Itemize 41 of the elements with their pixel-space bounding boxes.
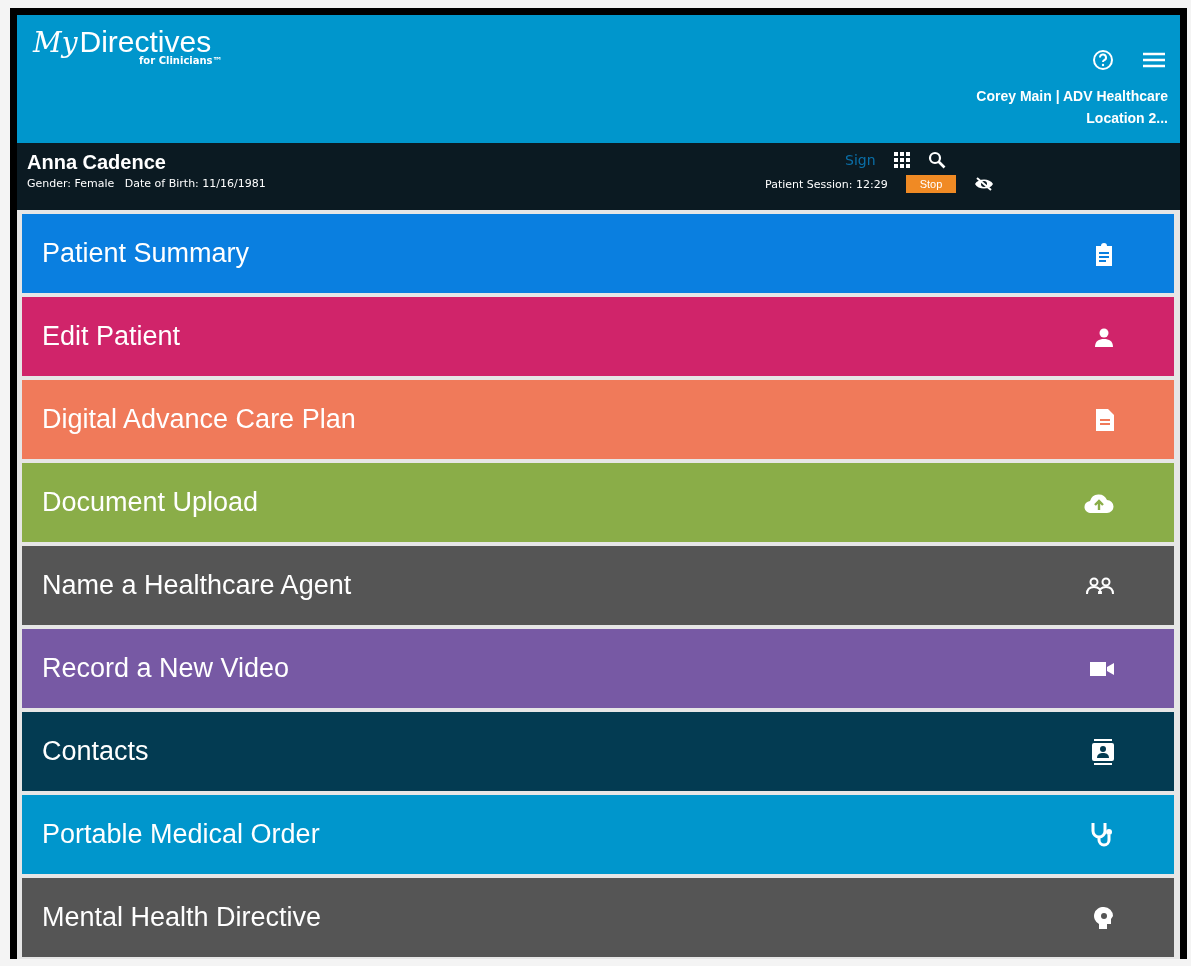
menu-item[interactable]: Mental Health Directive xyxy=(22,878,1174,957)
search-icon[interactable] xyxy=(927,151,946,169)
patient-name: Anna Cadence xyxy=(27,151,167,174)
session-timer: Patient Session: 12:29 xyxy=(765,177,888,191)
menu-item-label: Document Upload xyxy=(42,487,259,518)
stop-button[interactable]: Stop xyxy=(905,175,957,193)
clipboard-icon xyxy=(1094,241,1114,266)
people-icon xyxy=(1086,576,1114,595)
menu-item[interactable]: Portable Medical Order xyxy=(22,795,1174,874)
menu-item-label: Patient Summary xyxy=(42,238,250,269)
grid-icon[interactable] xyxy=(893,152,910,168)
brand-subtitle: for Clinicians™ xyxy=(139,55,223,66)
brand-script: My xyxy=(33,26,78,59)
sign-link[interactable]: Sign xyxy=(845,152,876,168)
menu-item[interactable]: Record a New Video xyxy=(22,629,1174,708)
location-name: Location 2... xyxy=(1086,109,1168,128)
user-name: Corey Main | ADV Healthcare xyxy=(976,87,1168,106)
menu-item[interactable]: Document Upload xyxy=(22,463,1174,542)
menu-item[interactable]: Digital Advance Care Plan xyxy=(22,380,1174,459)
menu-item-label: Record a New Video xyxy=(42,653,290,684)
patient-details: Gender: Female Date of Birth: 11/16/1981 xyxy=(27,177,267,190)
video-camera-icon xyxy=(1090,660,1114,677)
help-icon[interactable] xyxy=(1092,49,1114,71)
menu-item-label: Contacts xyxy=(42,736,149,767)
menu-item-label: Edit Patient xyxy=(42,321,181,352)
hidden-eye-icon[interactable] xyxy=(974,177,995,191)
stethoscope-icon xyxy=(1090,821,1114,848)
menu-item[interactable]: Name a Healthcare Agent xyxy=(22,546,1174,625)
menu-item-label: Name a Healthcare Agent xyxy=(42,570,352,601)
head-icon xyxy=(1094,906,1114,929)
cloud-upload-icon xyxy=(1084,492,1114,513)
menu-item-label: Digital Advance Care Plan xyxy=(42,404,356,435)
contact-card-icon xyxy=(1092,738,1114,765)
menu-item-label: Portable Medical Order xyxy=(42,819,320,850)
menu-item[interactable]: Contacts xyxy=(22,712,1174,791)
menu-item-label: Mental Health Directive xyxy=(42,902,322,933)
menu-icon[interactable] xyxy=(1142,51,1166,69)
document-icon xyxy=(1096,408,1114,431)
menu-item[interactable]: Edit Patient xyxy=(22,297,1174,376)
person-icon xyxy=(1094,326,1114,347)
menu-item[interactable]: Patient Summary xyxy=(22,214,1174,293)
